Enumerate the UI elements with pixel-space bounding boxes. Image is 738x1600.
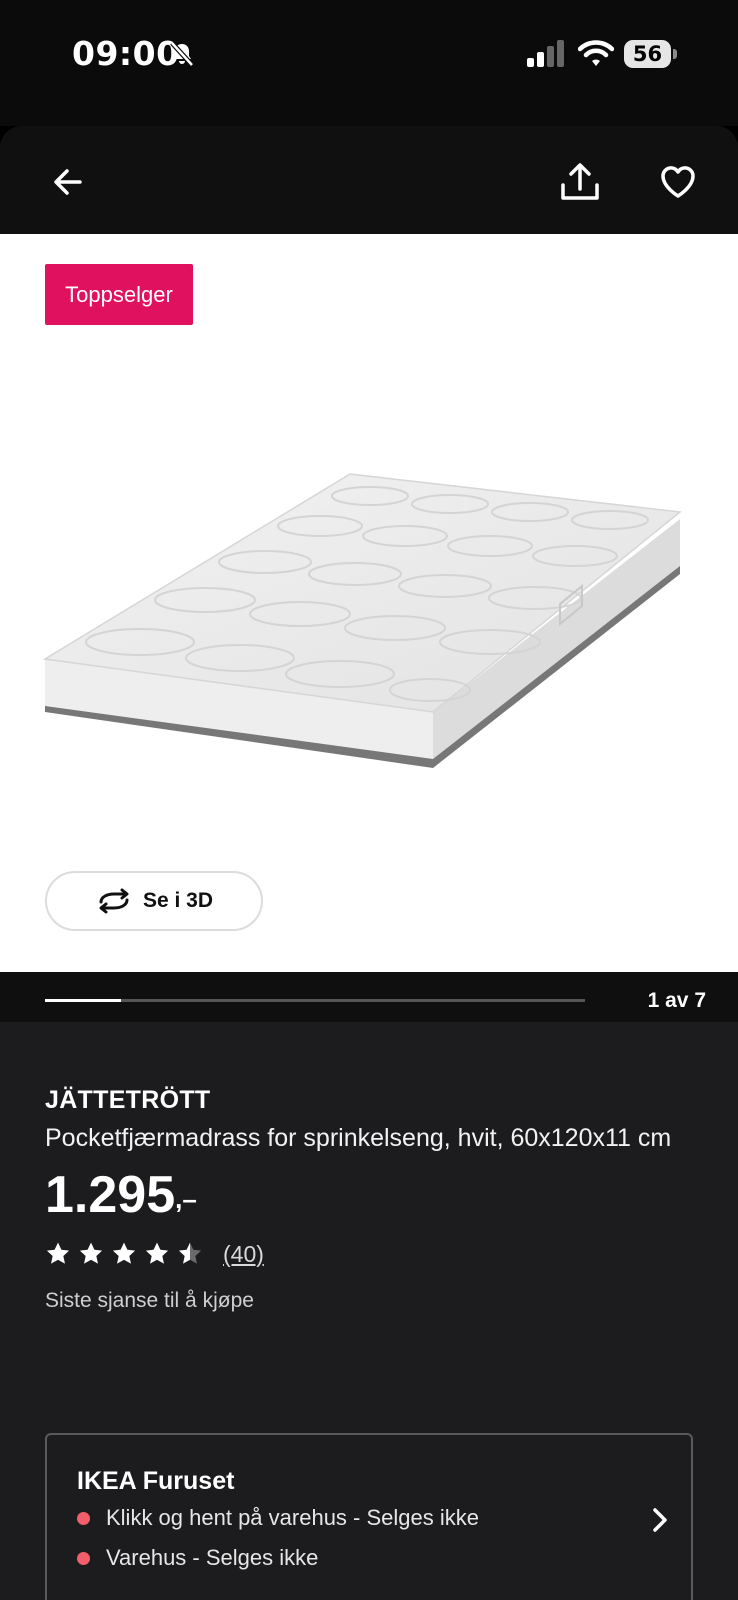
store-availability-card[interactable]: IKEA Furuset Klikk og hent på varehus - …: [45, 1433, 693, 1600]
review-count-link[interactable]: (40): [223, 1241, 264, 1268]
gallery-progress: 1 av 7: [0, 972, 738, 1022]
product-brand: JÄTTETRÖTT: [45, 1086, 211, 1114]
product-sheet: Toppselger Se i 3D 1 av 7 JÄTTETRÖTT Poc…: [0, 126, 738, 1600]
share-button[interactable]: [550, 152, 610, 212]
battery-indicator: 56: [624, 40, 677, 68]
product-image-mattress: [42, 473, 682, 768]
back-button[interactable]: [40, 154, 96, 210]
gallery-progress-track: [45, 999, 585, 1002]
heart-icon: [661, 166, 695, 198]
gallery-counter: 1 av 7: [647, 989, 706, 1012]
rotate-3d-icon: [99, 888, 129, 914]
battery-level: 56: [624, 40, 671, 68]
chevron-right-icon: [653, 1508, 667, 1532]
availability-note: Siste sjanse til å kjøpe: [45, 1289, 254, 1312]
price-main: 1.295: [45, 1166, 176, 1224]
view-in-3d-label: Se i 3D: [142, 889, 214, 912]
product-price: 1.295,–: [45, 1165, 695, 1225]
status-dot: [77, 1551, 90, 1565]
arrow-left-icon: [54, 169, 82, 195]
status-time: 09:00: [72, 34, 180, 73]
store-name: IKEA Furuset: [77, 1467, 235, 1495]
battery-tip: [673, 49, 677, 59]
star-icon: [112, 1242, 136, 1264]
wifi-icon: [578, 40, 614, 66]
product-info: JÄTTETRÖTT Pocketfjærmadrass for sprinke…: [45, 1086, 695, 1313]
product-image-gallery[interactable]: Toppselger Se i 3D: [0, 234, 738, 972]
store-stock-status: Varehus - Selges ikke: [77, 1545, 318, 1571]
view-in-3d-button[interactable]: Se i 3D: [45, 871, 263, 931]
star-icon: [145, 1242, 169, 1264]
bell-muted-icon: [170, 41, 194, 67]
store-stock-label: Varehus - Selges ikke: [106, 1545, 319, 1570]
product-rating[interactable]: (40): [45, 1237, 695, 1271]
share-icon: [561, 163, 599, 200]
click-collect-label: Klikk og hent på varehus - Selges ikke: [106, 1505, 479, 1530]
star-icon: [178, 1242, 202, 1264]
rating-stars: [45, 1241, 203, 1267]
price-suffix: ,–: [175, 1184, 197, 1214]
status-bar: 09:00 56: [0, 0, 738, 126]
top-navigation-bar: [0, 126, 738, 234]
favorite-button[interactable]: [648, 152, 708, 212]
star-icon: [79, 1242, 103, 1264]
product-description: Pocketfjærmadrass for sprinkelseng, hvit…: [45, 1124, 672, 1152]
topseller-badge: Toppselger: [45, 264, 193, 325]
star-icon: [46, 1242, 70, 1264]
status-dot: [77, 1511, 90, 1525]
cellular-signal-icon: [527, 40, 564, 67]
gallery-progress-fill: [45, 999, 121, 1002]
click-collect-status: Klikk og hent på varehus - Selges ikke: [77, 1505, 479, 1531]
